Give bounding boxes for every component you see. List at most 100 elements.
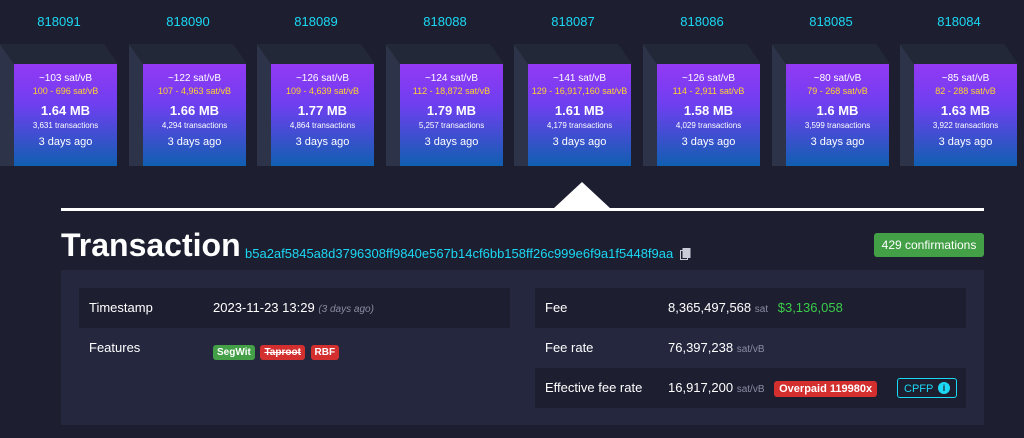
block-side bbox=[257, 44, 271, 166]
effective-fee-rate-label: Effective fee rate bbox=[545, 380, 643, 395]
block-top bbox=[0, 44, 118, 64]
selected-block-arrow bbox=[553, 182, 611, 209]
block-age: 3 days ago bbox=[167, 136, 222, 148]
block-front[interactable]: ~122 sat/vB 107 - 4,963 sat/vB 1.66 MB 4… bbox=[143, 64, 246, 166]
block-fee-range: 109 - 4,639 sat/vB bbox=[285, 86, 360, 96]
block-top bbox=[900, 44, 1018, 64]
block-cube[interactable]: ~126 sat/vB 109 - 4,639 sat/vB 1.77 MB 4… bbox=[257, 40, 375, 170]
block-cube[interactable]: ~122 sat/vB 107 - 4,963 sat/vB 1.66 MB 4… bbox=[129, 40, 247, 170]
block-front[interactable]: ~80 sat/vB 79 - 268 sat/vB 1.6 MB 3,599 … bbox=[786, 64, 889, 166]
info-icon: i bbox=[938, 382, 950, 394]
block-top bbox=[772, 44, 890, 64]
block-age: 3 days ago bbox=[938, 136, 993, 148]
fee-unit: sat bbox=[754, 304, 769, 315]
block-side bbox=[0, 44, 14, 166]
block-size: 1.77 MB bbox=[297, 103, 348, 118]
block-front[interactable]: ~124 sat/vB 112 - 18,872 sat/vB 1.79 MB … bbox=[400, 64, 503, 166]
block-side bbox=[900, 44, 914, 166]
block-height-link[interactable]: 818091 bbox=[0, 14, 118, 29]
features-row: Features SegWit Taproot RBF bbox=[79, 328, 510, 368]
block-tx-count: 4,294 transactions bbox=[161, 121, 228, 130]
blockchain-blocks: 818091 ~103 sat/vB 100 - 696 sat/vB 1.64… bbox=[0, 0, 1024, 200]
overpaid-badge: Overpaid 119980x bbox=[774, 381, 878, 397]
block-tx-count: 5,257 transactions bbox=[418, 121, 485, 130]
copy-icon[interactable] bbox=[680, 248, 691, 260]
block-size: 1.63 MB bbox=[940, 103, 991, 118]
timestamp-value: 2023-11-23 13:29 bbox=[213, 300, 315, 315]
block-tx-count: 3,631 transactions bbox=[32, 121, 99, 130]
timestamp-label: Timestamp bbox=[89, 300, 153, 315]
block-front[interactable]: ~141 sat/vB 129 - 16,917,160 sat/vB 1.61… bbox=[528, 64, 631, 166]
block-median-fee: ~122 sat/vB bbox=[167, 73, 222, 84]
fee-value: 8,365,497,568 bbox=[668, 300, 752, 315]
block-fee-range: 112 - 18,872 sat/vB bbox=[412, 86, 491, 96]
block-tx-count: 3,922 transactions bbox=[932, 121, 999, 130]
block-cube[interactable]: ~126 sat/vB 114 - 2,911 sat/vB 1.58 MB 4… bbox=[643, 40, 761, 170]
block-median-fee: ~141 sat/vB bbox=[552, 73, 607, 84]
block-median-fee: ~80 sat/vB bbox=[813, 73, 862, 84]
block-front[interactable]: ~103 sat/vB 100 - 696 sat/vB 1.64 MB 3,6… bbox=[14, 64, 117, 166]
fee-value-wrap: 8,365,497,568 sat $3,136,058 bbox=[668, 300, 843, 315]
block-cube-selected[interactable]: ~141 sat/vB 129 - 16,917,160 sat/vB 1.61… bbox=[514, 40, 632, 170]
block-cube[interactable]: ~85 sat/vB 82 - 288 sat/vB 1.63 MB 3,922… bbox=[900, 40, 1018, 170]
block-median-fee: ~124 sat/vB bbox=[424, 73, 479, 84]
block-height-link[interactable]: 818086 bbox=[643, 14, 761, 29]
block-tx-count: 3,599 transactions bbox=[804, 121, 871, 130]
timestamp-value-wrap: 2023-11-23 13:29 (3 days ago) bbox=[213, 300, 374, 315]
effective-fee-rate-value-wrap: 16,917,200 sat/vB Overpaid 119980x bbox=[668, 380, 878, 397]
block-median-fee: ~126 sat/vB bbox=[681, 73, 736, 84]
block-size: 1.64 MB bbox=[40, 103, 91, 118]
cpfp-button[interactable]: CPFP i bbox=[897, 378, 957, 398]
confirmations-badge: 429 confirmations bbox=[874, 233, 984, 257]
block-height-link[interactable]: 818088 bbox=[386, 14, 504, 29]
block-fee-range: 82 - 288 sat/vB bbox=[935, 86, 996, 96]
block-top bbox=[386, 44, 504, 64]
effective-fee-rate-unit: sat/vB bbox=[736, 384, 765, 395]
block-age: 3 days ago bbox=[810, 136, 865, 148]
block-cube[interactable]: ~124 sat/vB 112 - 18,872 sat/vB 1.79 MB … bbox=[386, 40, 504, 170]
block-age: 3 days ago bbox=[424, 136, 479, 148]
block-size: 1.58 MB bbox=[683, 103, 734, 118]
block-side bbox=[514, 44, 528, 166]
block-front[interactable]: ~126 sat/vB 109 - 4,639 sat/vB 1.77 MB 4… bbox=[271, 64, 374, 166]
feature-segwit-badge[interactable]: SegWit bbox=[213, 345, 255, 360]
block-tx-count: 4,179 transactions bbox=[546, 121, 613, 130]
block-front[interactable]: ~126 sat/vB 114 - 2,911 sat/vB 1.58 MB 4… bbox=[657, 64, 760, 166]
block-cube[interactable]: ~103 sat/vB 100 - 696 sat/vB 1.64 MB 3,6… bbox=[0, 40, 118, 170]
feature-taproot-badge[interactable]: Taproot bbox=[260, 345, 305, 360]
block-height-link[interactable]: 818085 bbox=[772, 14, 890, 29]
block-height-link[interactable]: 818087 bbox=[514, 14, 632, 29]
page-title: Transaction bbox=[61, 227, 241, 263]
block-size: 1.66 MB bbox=[169, 103, 220, 118]
block-fee-range: 79 - 268 sat/vB bbox=[807, 86, 868, 96]
block-age: 3 days ago bbox=[552, 136, 607, 148]
block-side bbox=[129, 44, 143, 166]
fee-row: Fee 8,365,497,568 sat $3,136,058 bbox=[535, 288, 966, 328]
block-median-fee: ~85 sat/vB bbox=[941, 73, 990, 84]
fee-rate-value: 76,397,238 bbox=[668, 340, 734, 355]
block-height-link[interactable]: 818090 bbox=[129, 14, 247, 29]
block-age: 3 days ago bbox=[295, 136, 350, 148]
block-top bbox=[129, 44, 247, 64]
block-top bbox=[257, 44, 375, 64]
fee-label: Fee bbox=[545, 300, 568, 315]
block-cube[interactable]: ~80 sat/vB 79 - 268 sat/vB 1.6 MB 3,599 … bbox=[772, 40, 890, 170]
block-age: 3 days ago bbox=[38, 136, 93, 148]
txid-link[interactable]: b5a2af5845a8d3796308ff9840e567b14cf6bb15… bbox=[245, 246, 673, 261]
block-age: 3 days ago bbox=[681, 136, 736, 148]
block-height-link[interactable]: 818084 bbox=[900, 14, 1018, 29]
block-side bbox=[772, 44, 786, 166]
block-tx-count: 4,029 transactions bbox=[675, 121, 742, 130]
block-fee-range: 107 - 4,963 sat/vB bbox=[157, 86, 232, 96]
block-height-link[interactable]: 818089 bbox=[257, 14, 375, 29]
block-top bbox=[643, 44, 761, 64]
block-fee-range: 129 - 16,917,160 sat/vB bbox=[531, 86, 628, 96]
block-front[interactable]: ~85 sat/vB 82 - 288 sat/vB 1.63 MB 3,922… bbox=[914, 64, 1017, 166]
fee-rate-value-wrap: 76,397,238 sat/vB bbox=[668, 340, 765, 355]
block-size: 1.61 MB bbox=[554, 103, 605, 118]
feature-rbf-badge[interactable]: RBF bbox=[310, 345, 340, 360]
block-tx-count: 4,864 transactions bbox=[289, 121, 356, 130]
block-fee-range: 100 - 696 sat/vB bbox=[32, 86, 99, 96]
fee-rate-row: Fee rate 76,397,238 sat/vB bbox=[535, 328, 966, 368]
block-size: 1.79 MB bbox=[426, 103, 477, 118]
